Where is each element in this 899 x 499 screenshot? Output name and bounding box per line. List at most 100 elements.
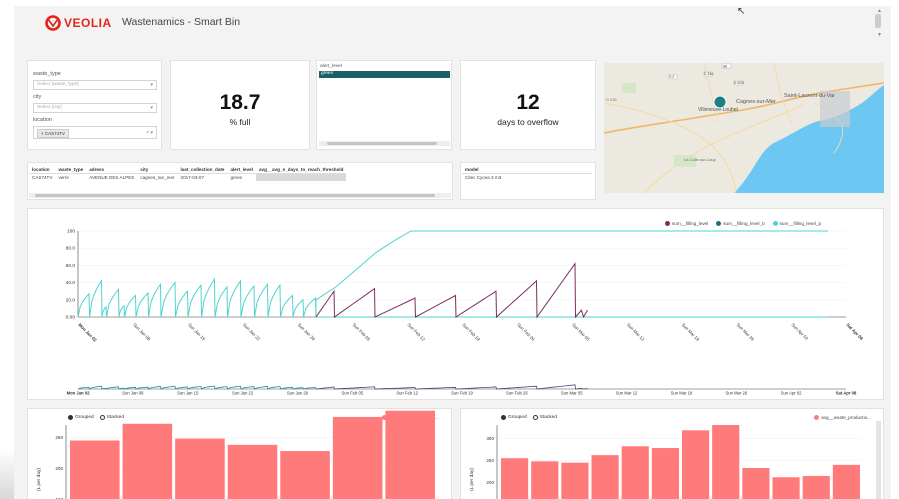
- brush-tick-label: Mon Jan 02: [67, 391, 90, 396]
- y-tick-label: 40.0: [66, 280, 76, 286]
- bar-chart-right[interactable]: 300250200150(L per day): [461, 409, 885, 499]
- table-row[interactable]: Citec Cycea 3 m3: [462, 174, 592, 182]
- brush-tick-label: Sun Feb 05: [341, 391, 363, 396]
- map-road-label: D 236: [606, 97, 617, 102]
- x-tick-label: Sun Jan 15: [187, 322, 207, 342]
- brush-tick-label: Sun Feb 19: [451, 391, 473, 396]
- column-header[interactable]: model: [462, 166, 592, 174]
- bar: [531, 461, 559, 499]
- brush-tick-label: Sun Mar 26: [725, 391, 747, 396]
- x-tick-label: Sun Feb 12: [406, 322, 426, 342]
- x-tick-label: Sun Mar 19: [681, 322, 701, 342]
- x-tick-label: Sun Apr 02: [790, 322, 809, 341]
- chevron-down-icon: ▾: [150, 105, 153, 111]
- y-tick-label: 250: [55, 435, 63, 440]
- brush-tick-label: Sun Jan 08: [122, 391, 144, 396]
- mouse-cursor-icon: ↖: [737, 6, 746, 17]
- detail-table-panel: location waste_type adress city last_col…: [27, 162, 453, 200]
- location-label: location: [33, 117, 52, 123]
- column-header[interactable]: location: [29, 166, 56, 174]
- x-tick-label: Mon Jan 02: [77, 322, 98, 343]
- detail-table-scrollbar[interactable]: [29, 193, 451, 198]
- y-tick-label: 300: [486, 436, 494, 441]
- y-axis-label: (L per day): [36, 468, 42, 491]
- bar-chart-right-panel: Grouped Stacked avg__waste_productio... …: [460, 408, 884, 499]
- kpi-fill-panel: 18.7 % full: [170, 60, 310, 150]
- map-place-label: Cagnes-sur-Mer: [736, 99, 776, 105]
- brush-series-line: [77, 385, 317, 390]
- brush-tick-label: Sun Mar 19: [671, 391, 693, 396]
- city-placeholder: Select [city]: [37, 105, 62, 110]
- veolia-logo[interactable]: VEOLIA: [45, 15, 112, 31]
- brush-tick-label: Sun Jan 22: [232, 391, 254, 396]
- alert-level-selected: green: [321, 71, 334, 76]
- brush-tick-label: Sun Feb 26: [506, 391, 528, 396]
- page-scrollbar-thumb[interactable]: [875, 14, 881, 28]
- bar: [591, 455, 619, 499]
- brush-tick-label: Sat Apr 08: [836, 391, 857, 396]
- waste-type-label: waste_type: [33, 71, 61, 77]
- x-tick-label: Sun Feb 19: [461, 322, 481, 342]
- x-tick-label: Sun Jan 22: [242, 322, 262, 342]
- bar: [332, 416, 383, 499]
- map-canvas[interactable]: Saint-Laurent-du-Var Cagnes-sur-Mer Vill…: [604, 63, 884, 193]
- alert-level-scrollbar[interactable]: [319, 141, 450, 146]
- x-tick-label: Sun Mar 26: [736, 322, 756, 342]
- detail-table: location waste_type adress city last_col…: [29, 166, 347, 181]
- bar-chart-right-scrollbar[interactable]: [876, 421, 881, 499]
- column-header[interactable]: avg__avg_n_days_to_reach_threshold: [255, 166, 347, 174]
- model-table-panel: model Citec Cycea 3 m3: [460, 162, 596, 200]
- bar: [227, 444, 278, 499]
- header-bar: VEOLIA Wastenamics - Smart Bin ↖ ▲ ▼: [14, 6, 891, 42]
- column-header[interactable]: adress: [86, 166, 138, 174]
- y-tick-label: 0.00: [66, 315, 76, 321]
- map-road-label: A8: [723, 65, 727, 69]
- bar: [385, 410, 435, 499]
- bar: [501, 458, 529, 499]
- bar: [802, 475, 830, 499]
- line-chart[interactable]: 10080.060.040.020.00.00Mon Jan 02 Sun Jan…: [28, 209, 885, 401]
- brush-tick-label: Sun Jan 29: [287, 391, 309, 396]
- fill-value: 18.7: [219, 91, 261, 114]
- column-header[interactable]: last_collection_date: [177, 166, 228, 174]
- clear-chevron-icon[interactable]: × ▾: [146, 130, 153, 136]
- alert-level-header: alert_level: [320, 64, 342, 69]
- location-tag[interactable]: × CAS74TV: [37, 129, 69, 138]
- map-road-label: D 336: [704, 72, 713, 76]
- waste-type-placeholder: Select [waste_type]: [37, 82, 79, 87]
- y-tick-label: 20.0: [66, 297, 76, 303]
- table-row[interactable]: CAS74TV verre AVENUE DES ALPES cagnes_su…: [29, 173, 347, 181]
- column-header[interactable]: alert_level: [227, 166, 256, 174]
- brush-tick-label: Sun Feb 12: [396, 391, 418, 396]
- city-select[interactable]: Select [city] ▾: [33, 103, 157, 113]
- bar: [832, 464, 860, 499]
- map-panel[interactable]: Saint-Laurent-du-Var Cagnes-sur-Mer Vill…: [604, 63, 884, 193]
- map-place-label: Villeneuve-Loubet: [698, 107, 739, 113]
- bar: [70, 440, 120, 499]
- model-table: model Citec Cycea 3 m3: [462, 166, 592, 181]
- bar: [280, 451, 330, 499]
- bar: [175, 438, 225, 499]
- waste-type-select[interactable]: Select [waste_type] ▾: [33, 80, 157, 90]
- y-tick-label: 200: [486, 480, 494, 485]
- brush-tick-label: Sun Apr 02: [781, 391, 802, 396]
- x-tick-label: Sun Jan 29: [297, 322, 317, 342]
- scroll-down-icon[interactable]: ▼: [877, 32, 882, 38]
- table-cell: CAS74TV: [32, 175, 53, 180]
- bar-chart-left[interactable]: 250200150(L per day): [28, 409, 453, 499]
- y-tick-label: 200: [55, 466, 63, 471]
- brush-tick-label: Sun Mar 05: [561, 391, 583, 396]
- x-tick-label: Sat Apr 08: [845, 322, 864, 341]
- bar: [651, 448, 679, 499]
- series-line-projection: [315, 230, 828, 317]
- bar: [561, 462, 589, 499]
- table-cell: green: [230, 175, 243, 180]
- kpi-overflow-panel: 12 days to overflow: [460, 60, 596, 150]
- app-title: Wastenamics - Smart Bin: [122, 16, 241, 28]
- column-header[interactable]: city: [137, 166, 178, 174]
- bar: [742, 467, 770, 499]
- table-cell: AVENUE DES ALPES: [89, 175, 135, 180]
- column-header[interactable]: waste_type: [55, 166, 87, 174]
- alert-level-green-option[interactable]: green: [319, 71, 450, 78]
- map-road-label: D 6007: [734, 81, 745, 85]
